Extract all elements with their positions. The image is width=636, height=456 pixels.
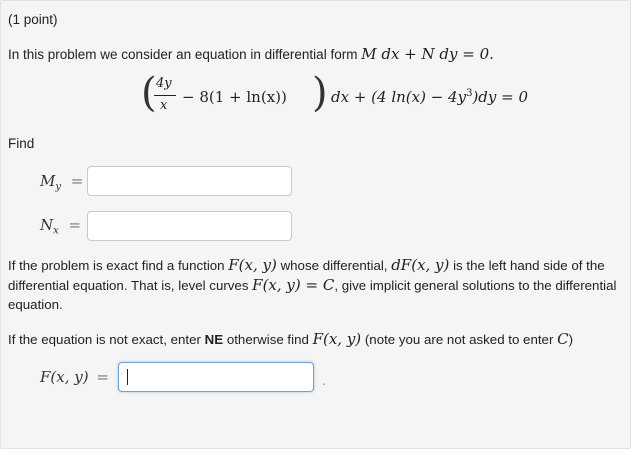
nx-label: Nx = [40, 216, 82, 237]
exact-instructions: If the problem is exact find a function … [8, 256, 617, 312]
left-big-paren: ( [141, 70, 157, 116]
intro-line: In this problem we consider an equation … [8, 45, 494, 63]
intro-text: In this problem we consider an equation … [8, 47, 358, 62]
intro-math: M dx + N dy = 0. [361, 45, 494, 63]
trailing-dot: . [322, 373, 326, 388]
fraction-numerator: 4y [156, 76, 172, 91]
equation-tail: dx + (4 ln(x) − 4y3)dy = 0 [331, 88, 529, 106]
f-input[interactable] [118, 362, 314, 392]
my-input[interactable] [87, 166, 292, 196]
display-equation: ( 4y x − 8(1 + ln(x)) ) dx + (4 ln(x) − … [141, 70, 528, 119]
fraction-bar [154, 95, 176, 96]
points-label: (1 point) [8, 12, 58, 27]
nx-input[interactable] [87, 211, 292, 241]
my-label: My = [40, 172, 84, 193]
f-label: F(x, y) = [40, 368, 109, 386]
not-exact-instructions: If the equation is not exact, enter NE o… [8, 330, 573, 348]
find-label: Find [8, 136, 35, 151]
right-big-paren: ) [312, 70, 328, 116]
problem-panel: (1 point) In this problem we consider an… [0, 0, 631, 449]
fraction-denominator: x [160, 98, 168, 113]
text-caret [127, 369, 128, 385]
equation-term: − 8(1 + ln(x)) [182, 88, 287, 106]
